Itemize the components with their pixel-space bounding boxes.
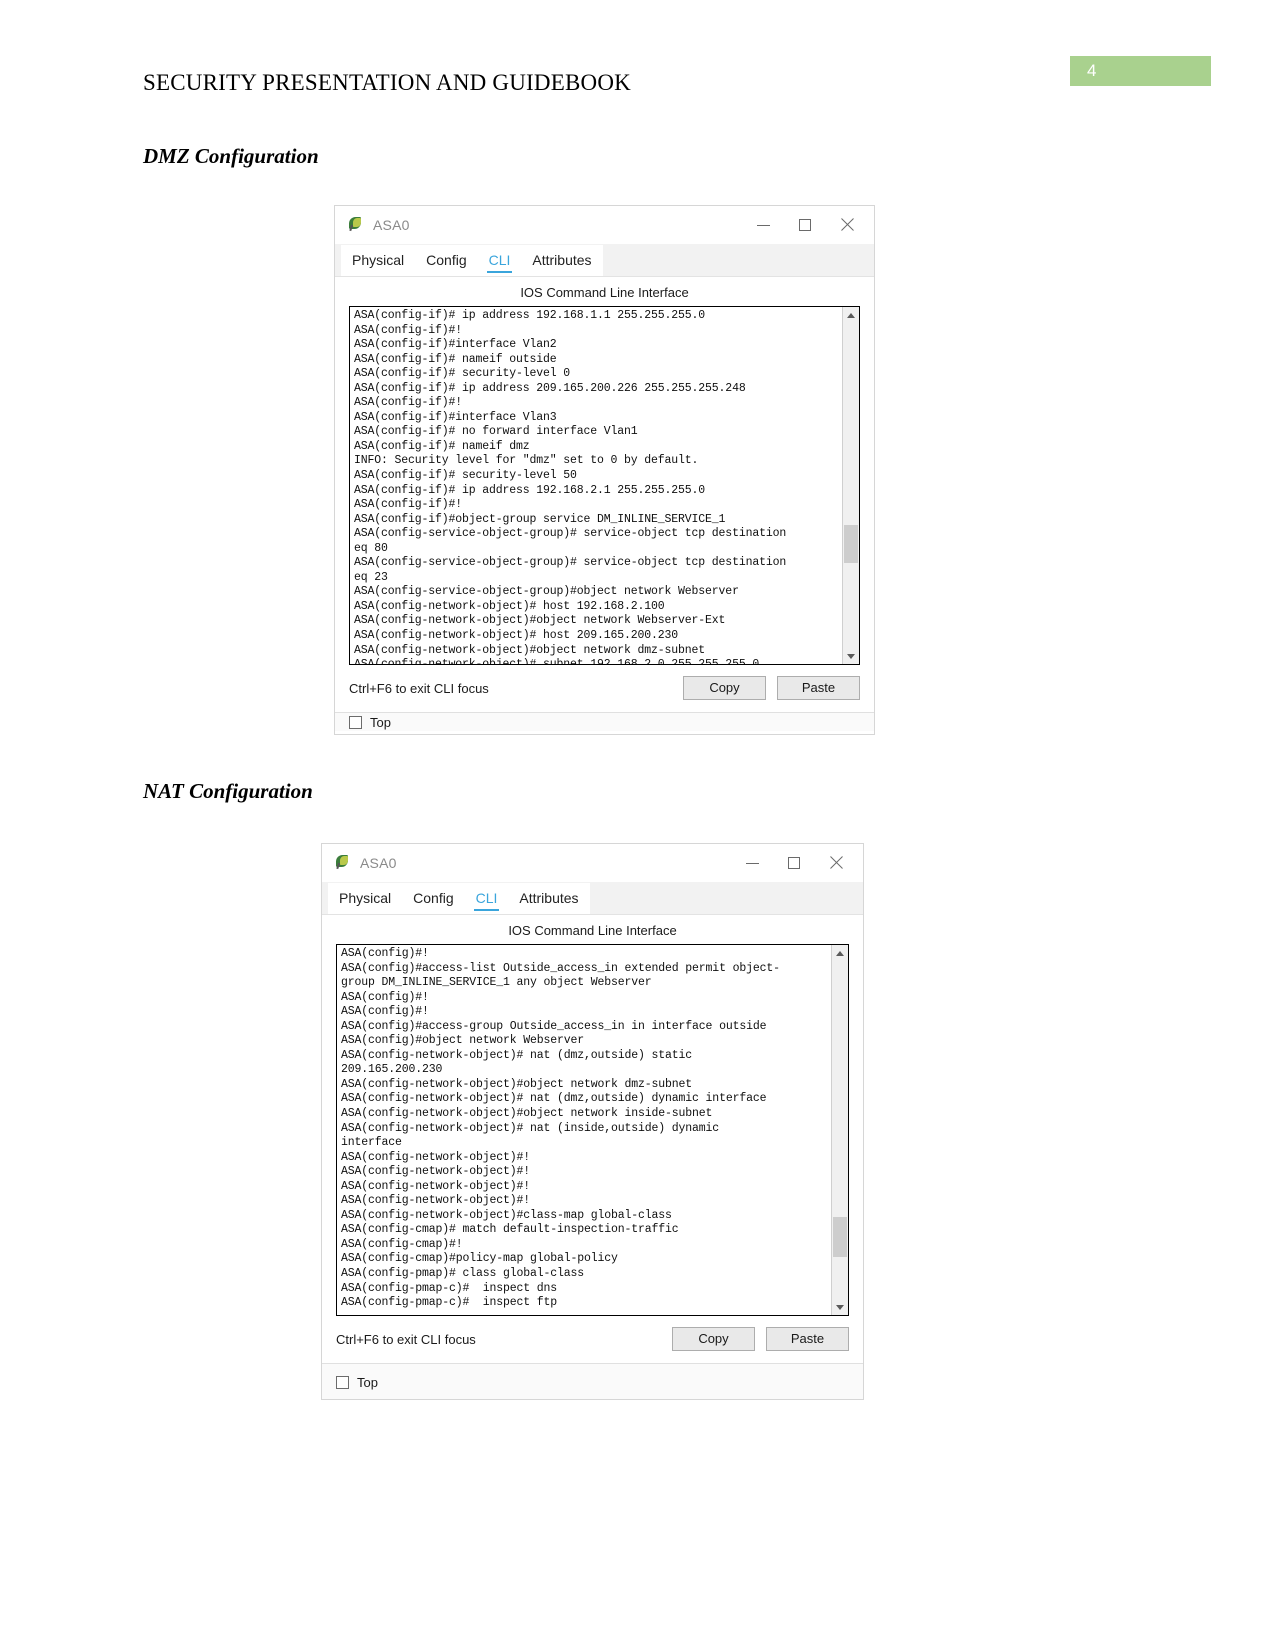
tabstrip-filler <box>602 245 874 276</box>
section-heading-dmz: DMZ Configuration <box>143 144 319 168</box>
cli-console-text[interactable]: ASA(config-if)# ip address 192.168.1.1 2… <box>350 307 842 664</box>
footer-buttons: Copy Paste <box>672 1327 849 1351</box>
scroll-down-icon[interactable] <box>843 648 859 664</box>
minimize-icon[interactable] <box>742 206 784 244</box>
close-icon[interactable] <box>826 206 868 244</box>
maximize-icon[interactable] <box>784 206 826 244</box>
tab-physical[interactable]: Physical <box>341 245 416 276</box>
window-titlebar: ASA0 <box>335 206 874 244</box>
tab-physical[interactable]: Physical <box>328 883 403 914</box>
cli-panel: IOS Command Line Interface ASA(config-if… <box>335 277 874 712</box>
console-scrollbar[interactable] <box>842 307 859 664</box>
tab-attributes[interactable]: Attributes <box>508 883 590 914</box>
cli-panel: IOS Command Line Interface ASA(config)#!… <box>322 915 863 1363</box>
cli-console-text[interactable]: ASA(config)#! ASA(config)#access-list Ou… <box>337 945 831 1315</box>
scroll-up-icon[interactable] <box>843 307 859 323</box>
packet-tracer-leaf-icon <box>335 855 351 872</box>
copy-button[interactable]: Copy <box>672 1327 755 1351</box>
window-controls <box>731 844 857 882</box>
minimize-icon[interactable] <box>731 844 773 882</box>
asa-window-dmz: ASA0 Physical Config CLI Attributes IOS … <box>334 205 875 735</box>
tab-cli[interactable]: CLI <box>477 245 522 276</box>
asa-window-nat: ASA0 Physical Config CLI Attributes IOS … <box>321 843 864 1400</box>
top-checkbox-label: Top <box>357 1374 378 1390</box>
tab-config[interactable]: Config <box>402 883 465 914</box>
window-title: ASA0 <box>373 217 410 233</box>
cli-console[interactable]: ASA(config-if)# ip address 192.168.1.1 2… <box>349 306 860 665</box>
tabstrip: Physical Config CLI Attributes <box>335 244 874 277</box>
cli-footer: Ctrl+F6 to exit CLI focus Copy Paste <box>322 1316 863 1363</box>
tab-attributes[interactable]: Attributes <box>521 245 603 276</box>
top-checkbox-label: Top <box>370 714 391 730</box>
paste-button[interactable]: Paste <box>766 1327 849 1351</box>
window-bottom-strip: Top <box>335 712 874 731</box>
footer-buttons: Copy Paste <box>683 676 860 700</box>
top-checkbox[interactable] <box>349 715 362 729</box>
cli-caption: IOS Command Line Interface <box>508 923 677 938</box>
window-controls <box>742 206 868 244</box>
paste-button[interactable]: Paste <box>777 676 860 700</box>
tabstrip: Physical Config CLI Attributes <box>322 882 863 915</box>
focus-hint: Ctrl+F6 to exit CLI focus <box>349 680 489 696</box>
packet-tracer-leaf-icon <box>348 217 364 234</box>
window-titlebar: ASA0 <box>322 844 863 882</box>
close-icon[interactable] <box>815 844 857 882</box>
cli-footer: Ctrl+F6 to exit CLI focus Copy Paste <box>335 665 874 712</box>
focus-hint: Ctrl+F6 to exit CLI focus <box>336 1331 476 1347</box>
top-checkbox[interactable] <box>336 1375 349 1389</box>
tab-config[interactable]: Config <box>415 245 478 276</box>
copy-button[interactable]: Copy <box>683 676 766 700</box>
tab-cli[interactable]: CLI <box>464 883 509 914</box>
scroll-down-icon[interactable] <box>832 1299 848 1315</box>
cli-caption: IOS Command Line Interface <box>520 285 689 300</box>
tabstrip-filler <box>589 883 863 914</box>
page-number-banner: 4 <box>1070 56 1211 86</box>
cli-console[interactable]: ASA(config)#! ASA(config)#access-list Ou… <box>336 944 849 1316</box>
scrollbar-thumb[interactable] <box>844 525 858 563</box>
scrollbar-thumb[interactable] <box>833 1217 847 1257</box>
window-bottom-strip: Top <box>322 1363 863 1399</box>
console-scrollbar[interactable] <box>831 945 848 1315</box>
maximize-icon[interactable] <box>773 844 815 882</box>
window-title: ASA0 <box>360 855 397 871</box>
section-heading-nat: NAT Configuration <box>143 779 313 803</box>
scroll-up-icon[interactable] <box>832 945 848 961</box>
page-title: SECURITY PRESENTATION AND GUIDEBOOK <box>143 70 631 95</box>
page-number: 4 <box>1087 61 1097 80</box>
